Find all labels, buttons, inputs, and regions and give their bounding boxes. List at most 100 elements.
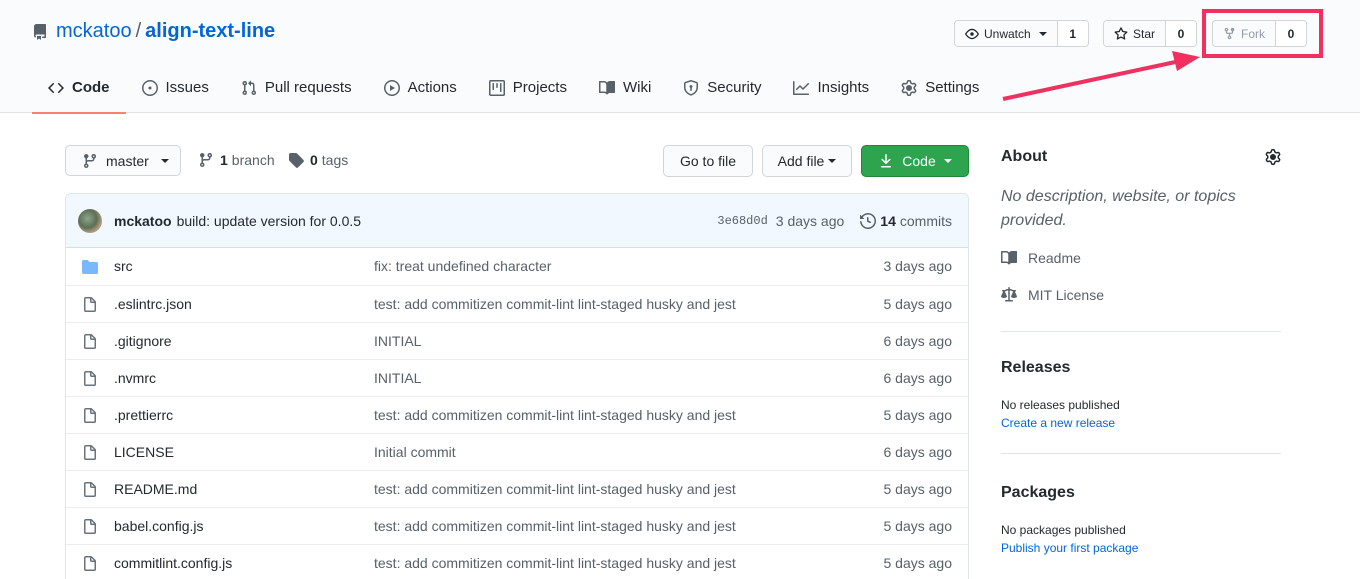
code-label: Code bbox=[902, 153, 936, 169]
shield-icon bbox=[684, 80, 699, 96]
gear-icon[interactable] bbox=[1265, 149, 1281, 165]
file-icon bbox=[82, 482, 98, 501]
chevron-down-icon bbox=[160, 158, 169, 163]
tab-label: Insights bbox=[817, 79, 870, 96]
table-row[interactable]: LICENSE Initial commit 6 days ago bbox=[66, 433, 968, 470]
commit-author-link[interactable]: mckatoo bbox=[114, 213, 172, 229]
watchers-count[interactable]: 1 bbox=[1057, 21, 1088, 46]
file-commit-message-link[interactable]: fix: treat undefined character bbox=[374, 258, 551, 274]
file-commit-message-link[interactable]: Initial commit bbox=[374, 444, 456, 460]
tab-label: Pull requests bbox=[264, 79, 352, 96]
pull-request-icon bbox=[242, 80, 256, 96]
tab-projects[interactable]: Projects bbox=[473, 66, 583, 113]
releases-heading[interactable]: Releases bbox=[1001, 359, 1070, 377]
history-icon bbox=[860, 213, 877, 229]
table-row[interactable]: README.md test: add commitizen commit-lin… bbox=[66, 470, 968, 507]
file-icon bbox=[82, 297, 98, 316]
file-name-link[interactable]: .gitignore bbox=[114, 333, 172, 349]
file-icon bbox=[82, 408, 98, 427]
play-icon bbox=[383, 80, 400, 96]
stars-count[interactable]: 0 bbox=[1166, 21, 1197, 46]
tab-security[interactable]: Security bbox=[667, 66, 777, 113]
tab-wiki[interactable]: Wiki bbox=[583, 66, 667, 113]
repo-name-link[interactable]: align-text-line bbox=[145, 20, 275, 43]
branch-icon bbox=[83, 153, 96, 168]
file-age: 5 days ago bbox=[883, 555, 953, 571]
tab-label: Issues bbox=[165, 79, 209, 96]
avatar[interactable] bbox=[78, 208, 102, 233]
commit-message-link[interactable]: build: update version for 0.0.5 bbox=[177, 213, 361, 229]
file-icon bbox=[82, 371, 98, 390]
file-commit-message-link[interactable]: test: add commitizen commit-lint lint-st… bbox=[374, 407, 736, 423]
tags-link[interactable]: 0 tags bbox=[288, 152, 348, 168]
add-file-button[interactable]: Add file bbox=[762, 145, 852, 177]
commit-sha-link[interactable]: 3e68d0d bbox=[717, 214, 767, 228]
tab-issues[interactable]: Issues bbox=[126, 66, 225, 113]
table-row[interactable]: .eslintrc.json test: add commitizen commi… bbox=[66, 285, 968, 322]
tab-code[interactable]: Code bbox=[32, 66, 126, 114]
unwatch-button[interactable]: Unwatch bbox=[955, 21, 1058, 46]
repo-tabs: Code Issues Pull requests Actions Projec… bbox=[32, 66, 995, 114]
commit-count: 14 bbox=[880, 213, 896, 229]
file-name-link[interactable]: .eslintrc.json bbox=[114, 296, 192, 312]
sidebar-divider bbox=[1001, 331, 1281, 332]
chevron-down-icon bbox=[943, 159, 952, 163]
tab-insights[interactable]: Insights bbox=[777, 66, 885, 113]
branch-count: 1 bbox=[220, 152, 228, 168]
file-name-link[interactable]: src bbox=[114, 258, 133, 274]
add-file-label: Add file bbox=[777, 153, 825, 169]
file-commit-message-link[interactable]: test: add commitizen commit-lint lint-st… bbox=[374, 481, 736, 497]
table-row[interactable]: babel.config.js test: add commitizen comm… bbox=[66, 507, 968, 544]
file-age: 6 days ago bbox=[883, 333, 953, 349]
file-name-link[interactable]: LICENSE bbox=[114, 444, 174, 460]
readme-link[interactable]: Readme bbox=[1001, 250, 1081, 266]
gear-icon bbox=[901, 80, 917, 96]
repo-header: mckatoo / align-text-line Unwatch 1 Star… bbox=[0, 0, 1360, 114]
file-commit-message-link[interactable]: test: add commitizen commit-lint lint-st… bbox=[374, 518, 736, 534]
table-row[interactable]: commitlint.config.js test: add commitizen… bbox=[66, 544, 968, 579]
license-link[interactable]: MIT License bbox=[1001, 287, 1104, 303]
file-commit-message-link[interactable]: INITIAL bbox=[374, 333, 421, 349]
tab-actions[interactable]: Actions bbox=[368, 66, 473, 113]
publish-package-link[interactable]: Publish your first package bbox=[1001, 541, 1138, 555]
branch-select-button[interactable]: master bbox=[65, 145, 181, 176]
table-row[interactable]: .gitignore INITIAL 6 days ago bbox=[66, 322, 968, 359]
file-icon bbox=[82, 445, 98, 464]
repo-title: mckatoo / align-text-line bbox=[32, 20, 275, 43]
fork-highlight-annotation bbox=[1202, 9, 1323, 58]
packages-heading[interactable]: Packages bbox=[1001, 484, 1075, 502]
file-name-link[interactable]: .prettierrc bbox=[114, 407, 173, 423]
book-icon bbox=[598, 80, 615, 95]
star-button[interactable]: Star bbox=[1104, 21, 1167, 46]
file-name-link[interactable]: .nvmrc bbox=[114, 370, 156, 386]
go-to-file-button[interactable]: Go to file bbox=[663, 145, 753, 177]
branch-icon bbox=[199, 153, 212, 168]
tab-label: Security bbox=[707, 79, 762, 96]
commit-age: 3 days ago bbox=[775, 213, 845, 229]
eye-icon bbox=[965, 28, 979, 39]
table-row[interactable]: .nvmrc INITIAL 6 days ago bbox=[66, 359, 968, 396]
code-download-button[interactable]: Code bbox=[861, 145, 969, 177]
commits-history-link[interactable]: 14 commits bbox=[860, 213, 952, 229]
file-name-link[interactable]: README.md bbox=[114, 481, 197, 497]
table-row[interactable]: .prettierrc test: add commitizen commit-l… bbox=[66, 396, 968, 433]
tab-label: Wiki bbox=[622, 79, 652, 96]
file-icon bbox=[82, 556, 98, 575]
file-name-link[interactable]: commitlint.config.js bbox=[114, 555, 232, 571]
file-commit-message-link[interactable]: INITIAL bbox=[374, 370, 421, 386]
tag-label: tags bbox=[321, 152, 349, 168]
branches-link[interactable]: 1 branch bbox=[198, 152, 275, 168]
branch-label: branch bbox=[231, 152, 275, 168]
file-commit-message-link[interactable]: test: add commitizen commit-lint lint-st… bbox=[374, 555, 736, 571]
file-name-link[interactable]: babel.config.js bbox=[114, 518, 204, 534]
tab-settings[interactable]: Settings bbox=[885, 66, 995, 113]
tab-label: Actions bbox=[407, 79, 457, 96]
repo-owner-link[interactable]: mckatoo bbox=[56, 20, 132, 43]
create-release-link[interactable]: Create a new release bbox=[1001, 416, 1115, 430]
table-row[interactable]: src fix: treat undefined character 3 days … bbox=[66, 248, 968, 285]
tab-pull-requests[interactable]: Pull requests bbox=[225, 66, 368, 113]
readme-label: Readme bbox=[1028, 250, 1081, 266]
about-heading: About bbox=[1001, 148, 1048, 165]
file-icon bbox=[82, 519, 98, 538]
file-commit-message-link[interactable]: test: add commitizen commit-lint lint-st… bbox=[374, 296, 736, 312]
